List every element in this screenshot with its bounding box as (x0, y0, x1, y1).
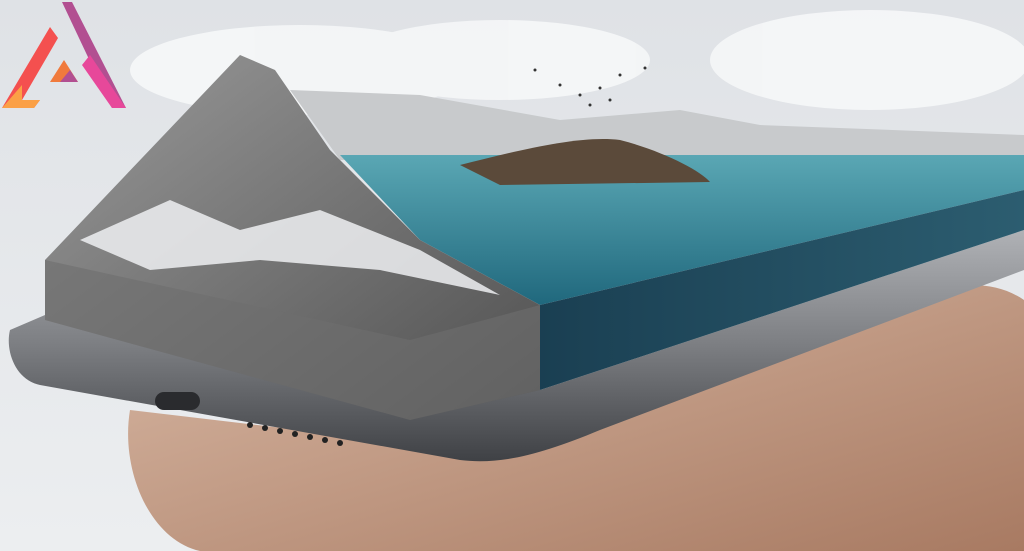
triangle-a-logo (2, 2, 126, 108)
photo-scene (0, 0, 1024, 551)
lightning-port (155, 392, 200, 410)
